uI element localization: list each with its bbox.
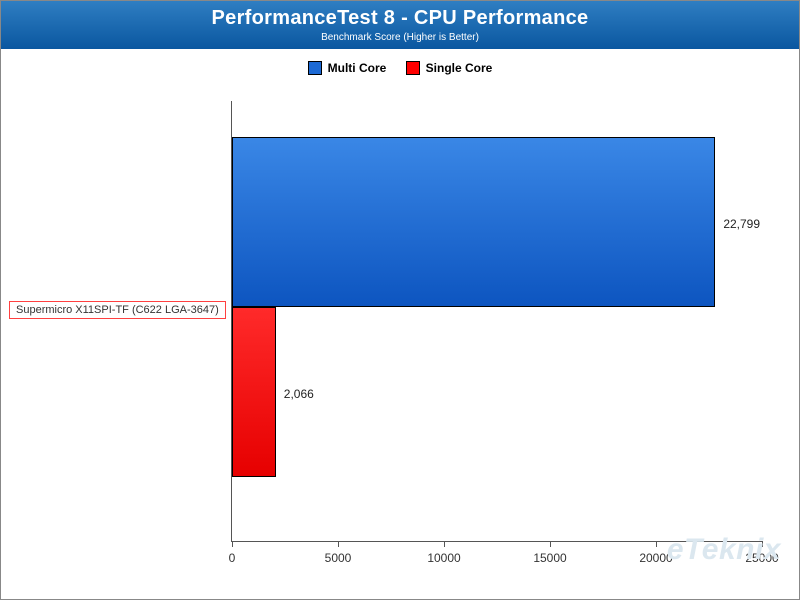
x-tick <box>338 541 339 547</box>
legend-swatch-icon <box>406 61 420 75</box>
legend-swatch-icon <box>308 61 322 75</box>
legend-label: Single Core <box>426 61 493 75</box>
legend: Multi Core Single Core <box>1 61 799 78</box>
x-tick <box>762 541 763 547</box>
chart-container: PerformanceTest 8 - CPU Performance Benc… <box>0 0 800 600</box>
x-tick-label: 25000 <box>745 551 778 565</box>
chart-subtitle: Benchmark Score (Higher is Better) <box>1 32 799 43</box>
x-tick-label: 5000 <box>325 551 352 565</box>
bar-value-label: 22,799 <box>723 217 760 231</box>
x-tick-label: 10000 <box>427 551 460 565</box>
x-tick <box>656 541 657 547</box>
plot-area: 050001000015000200002500022,7992,066 <box>231 101 762 542</box>
chart-title: PerformanceTest 8 - CPU Performance <box>1 7 799 30</box>
legend-item-multi-core: Multi Core <box>308 61 387 75</box>
bar-value-label: 2,066 <box>284 387 314 401</box>
legend-label: Multi Core <box>328 61 387 75</box>
bar-multi-core <box>232 137 715 307</box>
x-tick <box>444 541 445 547</box>
category-label: Supermicro X11SPI-TF (C622 LGA-3647) <box>9 301 226 319</box>
x-tick <box>232 541 233 547</box>
bar-single-core <box>232 307 276 477</box>
title-band: PerformanceTest 8 - CPU Performance Benc… <box>1 1 799 49</box>
x-tick-label: 15000 <box>533 551 566 565</box>
legend-item-single-core: Single Core <box>406 61 493 75</box>
x-tick-label: 20000 <box>639 551 672 565</box>
x-tick-label: 0 <box>229 551 236 565</box>
x-tick <box>550 541 551 547</box>
